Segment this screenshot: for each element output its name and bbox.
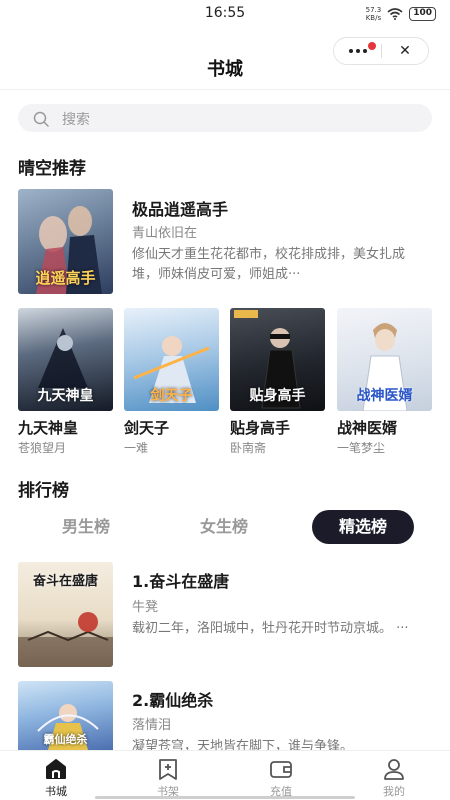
notification-badge [368, 42, 376, 50]
book-cover[interactable]: 剑天子 [124, 308, 219, 411]
book-cover[interactable]: 霸仙绝杀 [18, 681, 113, 750]
search-icon [33, 111, 49, 127]
ranking-tabs: 男生榜 女生榜 精选榜 [18, 510, 432, 546]
nav-item-bookstore[interactable]: 书城 [21, 751, 91, 800]
search-input[interactable]: 搜索 [62, 109, 90, 129]
cover-title-art: 奋斗在盛唐 [32, 574, 98, 589]
bottom-nav: 书城 书架 充值 我的 [0, 750, 450, 800]
book-author: 卧南斋 [230, 441, 267, 455]
book-title[interactable]: 九天神皇 [18, 417, 78, 438]
book-author: 苍狼望月 [18, 441, 67, 455]
more-dot-icon [355, 49, 360, 53]
book-description: 载初二年，洛阳城中，牡丹花开时节动京城。 ··· [132, 621, 409, 636]
cover-title-art: 九天神皇 [37, 388, 94, 404]
net-speed: 57.3 KB/s [365, 6, 382, 22]
nav-item-recharge[interactable]: 充值 [246, 751, 316, 800]
book-title[interactable]: 剑天子 [124, 417, 169, 438]
home-indicator [95, 796, 355, 799]
cover-title-art: 贴身高手 [249, 388, 306, 404]
nav-label: 书城 [45, 785, 67, 798]
book-author: 牛凳 [132, 600, 159, 615]
wallet-icon [270, 761, 292, 778]
tab-featured-ranking[interactable]: 精选榜 [312, 510, 414, 544]
cover-title-art: 霸仙绝杀 [43, 733, 88, 746]
nav-label: 我的 [383, 785, 405, 798]
status-bar: 16:55 57.3 KB/s 100 [0, 0, 450, 30]
book-cover[interactable]: 九天神皇 [18, 308, 113, 411]
book-author: 一难 [124, 441, 149, 455]
book-title[interactable]: 贴身高手 [230, 417, 290, 438]
section-title-recommend: 晴空推荐 [18, 159, 86, 179]
book-author: 一笔梦尘 [337, 441, 386, 455]
home-icon [46, 759, 66, 779]
more-dot-icon [348, 49, 353, 53]
status-indicators: 57.3 KB/s 100 [366, 6, 436, 22]
bookmark-icon [159, 759, 177, 780]
search-bar[interactable]: 搜索 [18, 104, 432, 132]
book-description: 修仙天才重生花花都市，校花排成排，美女扎成堆，师妹俏皮可爱，师姐成··· [132, 247, 406, 282]
book-title[interactable]: 极品逍遥高手 [132, 196, 228, 220]
wifi-icon [387, 8, 403, 20]
book-cover[interactable]: 战神医婿 [337, 308, 432, 411]
mini-program-capsule: ✕ [333, 37, 429, 65]
cover-title-art: 剑天子 [150, 388, 193, 404]
book-title[interactable]: 1.奋斗在盛唐 [132, 568, 229, 592]
book-title[interactable]: 2.霸仙绝杀 [132, 687, 213, 711]
tab-female-ranking[interactable]: 女生榜 [176, 510, 272, 544]
book-cover[interactable]: 奋斗在盛唐 [18, 562, 113, 667]
header-divider [0, 89, 450, 90]
cover-title-art: 逍遥高手 [35, 269, 96, 287]
book-cover[interactable]: 逍遥高手 [18, 189, 113, 294]
more-dot-icon [362, 49, 367, 53]
battery-indicator: 100 [409, 7, 436, 21]
book-author: 落情泪 [132, 718, 172, 733]
tab-male-ranking[interactable]: 男生榜 [38, 510, 134, 544]
book-author: 青山依旧在 [132, 226, 198, 241]
close-button[interactable]: ✕ [382, 38, 428, 64]
close-icon: ✕ [399, 43, 411, 59]
nav-item-bookshelf[interactable]: 书架 [133, 751, 203, 800]
nav-item-profile[interactable]: 我的 [359, 751, 429, 800]
section-title-ranking: 排行榜 [18, 481, 69, 501]
user-icon [384, 759, 404, 780]
cover-title-art: 战神医婿 [356, 388, 413, 404]
book-cover[interactable]: 贴身高手 [230, 308, 325, 411]
book-title[interactable]: 战神医婿 [337, 417, 397, 438]
